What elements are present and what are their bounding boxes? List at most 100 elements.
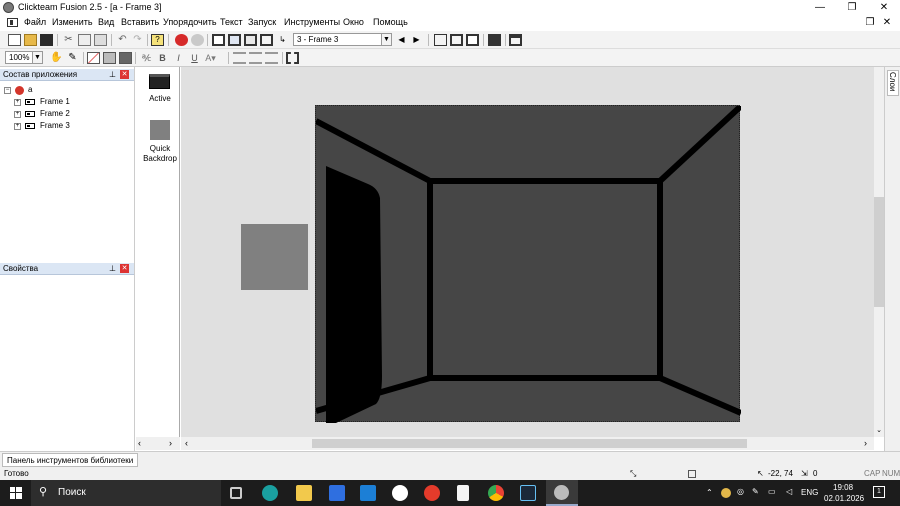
active-object-icon[interactable] [149, 74, 170, 89]
text-color-icon[interactable]: A▾ [204, 52, 217, 64]
menu-tools[interactable]: Инструменты [284, 17, 340, 27]
scroll-down-icon[interactable]: ⌄ [874, 426, 884, 434]
align-right-icon[interactable] [265, 52, 278, 64]
tree-item-frame-2[interactable]: + Frame 2 [14, 108, 124, 120]
run-frame-icon[interactable] [488, 34, 501, 46]
expand-icon[interactable]: + [14, 99, 21, 106]
storyboard-icon[interactable] [212, 34, 225, 46]
frame-properties-icon[interactable] [450, 34, 463, 46]
pin-icon[interactable]: ⊥ [108, 264, 117, 273]
expand-icon[interactable]: + [14, 123, 21, 130]
redo-icon[interactable]: ↷ [131, 34, 144, 46]
snap-icon[interactable]: ✎ [66, 52, 79, 64]
scroll-right-icon[interactable]: › [169, 438, 172, 448]
layers-tab-label[interactable]: Слои [888, 72, 897, 91]
clock-date[interactable]: 02.01.2026 [824, 494, 864, 503]
hand-icon[interactable]: ✋ [50, 52, 63, 64]
cut-icon[interactable]: ✂ [62, 34, 75, 46]
store-icon[interactable] [329, 485, 345, 501]
document-app-icon[interactable] [457, 485, 469, 501]
menu-text[interactable]: Текст [220, 17, 243, 27]
align-left-icon[interactable] [233, 52, 246, 64]
open-icon[interactable] [24, 34, 37, 46]
tray-app-icon[interactable] [721, 488, 731, 498]
menu-window[interactable]: Окно [343, 17, 364, 27]
build-icon[interactable] [509, 34, 522, 46]
collapse-icon[interactable]: − [4, 87, 11, 94]
underline-button[interactable]: U [188, 52, 201, 64]
library-toolbar-tab[interactable]: Панель инструментов библиотеки [2, 453, 139, 467]
chevron-down-icon[interactable]: ▼ [32, 52, 42, 63]
taskbar-search-box[interactable]: ⚲ Поиск [31, 480, 221, 506]
record-icon[interactable] [191, 34, 204, 46]
close-panel-icon[interactable]: ✕ [120, 264, 129, 273]
object-label-active[interactable]: Active [138, 94, 182, 104]
tree-item-frame-1[interactable]: + Frame 1 [14, 96, 124, 108]
fit-to-window-icon[interactable] [286, 52, 299, 64]
expand-icon[interactable]: + [14, 111, 21, 118]
tray-sync-icon[interactable]: ◎ [737, 487, 744, 496]
doc-close-button[interactable]: ✕ [881, 16, 893, 29]
frame-editor[interactable] [181, 67, 874, 437]
clock-time[interactable]: 19:08 [833, 483, 853, 492]
tray-chevron-icon[interactable]: ⌃ [706, 488, 713, 497]
windows-start-icon[interactable] [10, 487, 22, 499]
clickteam-task-button[interactable] [546, 480, 578, 506]
frame-select[interactable]: 3 - Frame 3 ▼ [293, 33, 392, 46]
quick-backdrop-object[interactable] [241, 224, 308, 290]
tray-edit-icon[interactable]: ✎ [752, 487, 759, 496]
object-toolbar-scrollbar[interactable]: ‹ › [136, 437, 180, 450]
close-panel-icon[interactable]: ✕ [120, 70, 129, 79]
mail-icon[interactable] [360, 485, 376, 501]
frame-area[interactable] [315, 105, 741, 423]
snap-to-grid-icon[interactable] [119, 52, 132, 64]
data-elements-icon[interactable]: ↳ [276, 34, 289, 46]
close-button[interactable]: ✕ [868, 0, 900, 15]
vertical-scrollbar[interactable]: ⌄ [874, 67, 884, 437]
language-indicator[interactable]: ENG [801, 488, 818, 497]
menu-arrange[interactable]: Упорядочить [163, 17, 217, 27]
tree-item-frame-3[interactable]: + Frame 3 [14, 120, 124, 132]
grid-icon[interactable] [87, 52, 100, 64]
menu-run[interactable]: Запуск [248, 17, 276, 27]
pin-icon[interactable]: ⊥ [108, 70, 117, 79]
menu-insert[interactable]: Вставить [121, 17, 159, 27]
chrome-icon[interactable] [488, 485, 504, 501]
menu-help[interactable]: Помощь [373, 17, 408, 27]
scroll-left-icon[interactable]: ‹ [185, 438, 188, 448]
stop-icon[interactable] [175, 34, 188, 46]
file-explorer-icon[interactable] [296, 485, 312, 501]
application-properties-icon[interactable] [466, 34, 479, 46]
frame-editor-icon[interactable] [228, 34, 241, 46]
edge-icon[interactable] [262, 485, 278, 501]
object-label-quick-backdrop[interactable]: Quick Backdrop [138, 144, 182, 164]
vertical-scroll-thumb[interactable] [874, 197, 884, 307]
horizontal-scrollbar[interactable]: ‹ › [181, 437, 874, 450]
tree-root[interactable]: − a [4, 84, 124, 96]
menu-file[interactable]: Файл [24, 17, 46, 27]
task-view-icon[interactable] [230, 487, 242, 499]
undo-icon[interactable]: ↶ [116, 34, 129, 46]
network-icon[interactable]: ▭ [768, 487, 776, 496]
minimize-button[interactable]: — [804, 0, 836, 15]
next-frame-icon[interactable]: ▶ [410, 34, 423, 46]
zoom-select[interactable]: 100% ▼ [5, 51, 43, 64]
volume-icon[interactable]: ◁ [786, 487, 792, 496]
yandex-icon[interactable] [424, 485, 440, 501]
new-icon[interactable] [8, 34, 21, 46]
paste-icon[interactable] [94, 34, 107, 46]
bold-button[interactable]: B [156, 52, 169, 64]
italic-button[interactable]: I [172, 52, 185, 64]
document-icon[interactable] [7, 18, 18, 27]
event-editor-icon[interactable] [244, 34, 257, 46]
steam-icon[interactable] [520, 485, 536, 501]
restore-button[interactable]: ❐ [836, 0, 868, 15]
horizontal-scroll-thumb[interactable] [312, 439, 747, 448]
door-shape[interactable] [326, 166, 382, 423]
quick-backdrop-icon[interactable] [150, 120, 170, 140]
save-icon[interactable] [40, 34, 53, 46]
scroll-right-icon[interactable]: › [864, 438, 867, 448]
yandex-browser-icon[interactable] [392, 485, 408, 501]
chevron-down-icon[interactable]: ▼ [381, 34, 391, 45]
menu-edit[interactable]: Изменить [52, 17, 93, 27]
